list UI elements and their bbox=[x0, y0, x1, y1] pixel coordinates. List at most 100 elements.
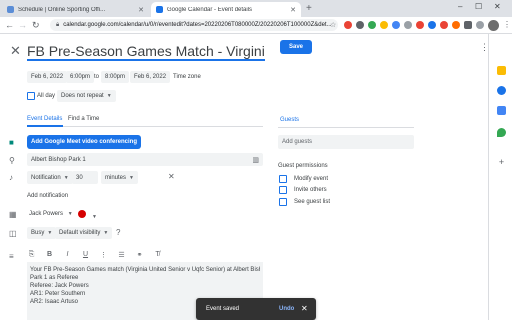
save-button[interactable]: Save bbox=[280, 40, 312, 54]
browser-menu-icon[interactable]: ⋮ bbox=[503, 20, 511, 29]
chevron-down-icon: ▼ bbox=[129, 174, 134, 181]
notification-unit-dropdown[interactable]: minutes ▼ bbox=[101, 171, 138, 184]
formatting-toolbar: ⎘ B I U ⋮ ☰ ⚭ T̸ bbox=[27, 251, 162, 261]
snackbar-close-icon[interactable]: ✕ bbox=[301, 304, 308, 313]
maximize-button[interactable]: ☐ bbox=[475, 2, 482, 11]
add-guests-input[interactable]: Add guests bbox=[278, 135, 414, 149]
url-text: calendar.google.com/calendar/u/0/r/event… bbox=[63, 22, 332, 28]
underline-icon[interactable]: U bbox=[81, 251, 90, 261]
time-zone-link[interactable]: Time zone bbox=[173, 73, 201, 81]
chevron-down-icon: ▼ bbox=[67, 211, 73, 217]
tab-title: Schedule | Online Sporting Offi... bbox=[18, 6, 106, 13]
briefcase-icon: ◫ bbox=[9, 229, 17, 238]
bulleted-list-icon[interactable]: ☰ bbox=[117, 251, 126, 261]
end-time-field[interactable]: 8:00pm bbox=[101, 71, 130, 83]
forward-arrow-icon[interactable]: → bbox=[18, 20, 27, 30]
tasks-icon[interactable] bbox=[497, 86, 506, 95]
new-tab-button[interactable]: + bbox=[306, 3, 312, 14]
back-arrow-icon[interactable]: ← bbox=[5, 20, 14, 30]
side-panel: + bbox=[488, 34, 512, 320]
browser-tab-schedule[interactable]: Schedule | Online Sporting Offi... ✕ bbox=[2, 2, 149, 17]
calendar-favicon-icon bbox=[156, 6, 163, 13]
description-line: Referee: Jack Powers bbox=[30, 283, 89, 289]
repeat-value: Does not repeat bbox=[61, 93, 104, 99]
extension-icon[interactable] bbox=[476, 21, 484, 29]
start-date-field[interactable]: Feb 6, 2022 bbox=[27, 71, 68, 83]
event-title-input[interactable]: FB Pre-Season Games Match - Virginia Uni… bbox=[27, 41, 265, 61]
calendar-owner-dropdown[interactable]: Jack Powers ▼ bbox=[29, 210, 73, 218]
extension-icon[interactable] bbox=[356, 21, 364, 29]
extension-icon[interactable] bbox=[380, 21, 388, 29]
attachment-icon[interactable]: ⎘ bbox=[27, 251, 36, 261]
add-guests-placeholder: Add guests bbox=[282, 139, 313, 145]
extension-icon[interactable] bbox=[428, 21, 436, 29]
all-day-label: All day bbox=[37, 93, 56, 99]
description-line: Your FB Pre-Season Games match (Virginia… bbox=[30, 267, 260, 273]
see-guest-list-label: See guest list bbox=[294, 199, 331, 205]
tab-find-a-time[interactable]: Find a Time bbox=[68, 116, 99, 122]
bold-icon[interactable]: B bbox=[45, 251, 54, 261]
start-time-field[interactable]: 6:00pm bbox=[66, 71, 95, 83]
undo-button[interactable]: Undo bbox=[279, 306, 294, 312]
location-input[interactable]: Albert Bishop Park 1 ▥ bbox=[27, 153, 263, 166]
notification-type-dropdown[interactable]: Notification ▼ bbox=[27, 171, 73, 184]
calendar-owner-value: Jack Powers bbox=[29, 211, 64, 217]
remove-formatting-icon[interactable]: T̸ bbox=[153, 251, 162, 261]
event-tabs: Event Details Find a Time bbox=[27, 114, 263, 127]
browser-tab-strip: Schedule | Online Sporting Offi... ✕ Goo… bbox=[0, 0, 512, 17]
end-date-field[interactable]: Feb 6, 2022 bbox=[130, 71, 171, 83]
bell-icon: ♪ bbox=[9, 173, 13, 182]
close-icon[interactable]: ✕ bbox=[10, 44, 21, 57]
modify-event-label: Modify event bbox=[294, 176, 329, 182]
visibility-dropdown[interactable]: Default visibility ▼ bbox=[55, 227, 113, 239]
location-pin-icon: ⚲ bbox=[9, 156, 15, 165]
notification-value-input[interactable]: 30 bbox=[72, 171, 98, 184]
keep-icon[interactable] bbox=[497, 66, 506, 75]
remove-notification-icon[interactable]: ✕ bbox=[168, 172, 175, 181]
link-icon[interactable]: ⚭ bbox=[135, 251, 144, 261]
extension-icon[interactable] bbox=[416, 21, 424, 29]
event-color-picker[interactable]: ▼ bbox=[78, 210, 97, 221]
tab-event-details[interactable]: Event Details bbox=[27, 116, 62, 122]
extension-icon[interactable] bbox=[452, 21, 460, 29]
see-guest-list-checkbox[interactable] bbox=[279, 198, 287, 206]
add-notification-link[interactable]: Add notification bbox=[27, 193, 68, 199]
maps-icon[interactable] bbox=[497, 128, 506, 137]
extension-icon[interactable] bbox=[440, 21, 448, 29]
notes-icon: ≡ bbox=[9, 252, 14, 261]
tab-close-icon[interactable]: ✕ bbox=[138, 6, 144, 14]
numbered-list-icon[interactable]: ⋮ bbox=[99, 251, 108, 261]
extensions-puzzle-icon[interactable] bbox=[464, 21, 472, 29]
browser-tab-calendar[interactable]: Google Calendar - Event details ✕ bbox=[151, 2, 301, 17]
repeat-dropdown[interactable]: Does not repeat ▼ bbox=[57, 90, 116, 102]
modify-event-checkbox[interactable] bbox=[279, 175, 287, 183]
extension-icon[interactable] bbox=[368, 21, 376, 29]
extension-icon[interactable] bbox=[392, 21, 400, 29]
contacts-icon[interactable] bbox=[497, 106, 506, 115]
minimize-button[interactable]: – bbox=[458, 2, 462, 11]
add-addon-icon[interactable]: + bbox=[497, 158, 506, 167]
busy-status-dropdown[interactable]: Busy ▼ bbox=[27, 227, 57, 239]
map-icon[interactable]: ▥ bbox=[252, 156, 259, 164]
address-bar[interactable]: 🔒︎ calendar.google.com/calendar/u/0/r/ev… bbox=[50, 19, 338, 31]
tab-close-icon[interactable]: ✕ bbox=[290, 6, 296, 14]
extension-icon[interactable] bbox=[404, 21, 412, 29]
italic-icon[interactable]: I bbox=[63, 251, 72, 261]
extension-icon[interactable] bbox=[344, 21, 352, 29]
all-day-checkbox[interactable] bbox=[27, 92, 35, 100]
notification-unit-value: minutes bbox=[105, 174, 127, 181]
invite-others-checkbox[interactable] bbox=[279, 186, 287, 194]
bookmark-star-icon[interactable]: ☆ bbox=[330, 21, 336, 29]
help-icon[interactable]: ? bbox=[116, 229, 120, 237]
chevron-down-icon: ▼ bbox=[63, 174, 69, 181]
snackbar: Event saved Undo ✕ bbox=[196, 298, 316, 320]
description-line: Park 1 as Referee bbox=[30, 275, 79, 281]
window-close-button[interactable]: ✕ bbox=[494, 2, 501, 11]
busy-status-value: Busy bbox=[31, 230, 45, 236]
reload-icon[interactable]: ↻ bbox=[32, 20, 40, 30]
guests-heading: Guests bbox=[280, 117, 300, 123]
add-google-meet-button[interactable]: Add Google Meet video conferencing bbox=[27, 135, 141, 149]
lock-icon: 🔒︎ bbox=[56, 21, 60, 28]
browser-toolbar: ← → ↻ 🔒︎ calendar.google.com/calendar/u/… bbox=[0, 17, 512, 34]
profile-avatar[interactable] bbox=[488, 20, 499, 31]
